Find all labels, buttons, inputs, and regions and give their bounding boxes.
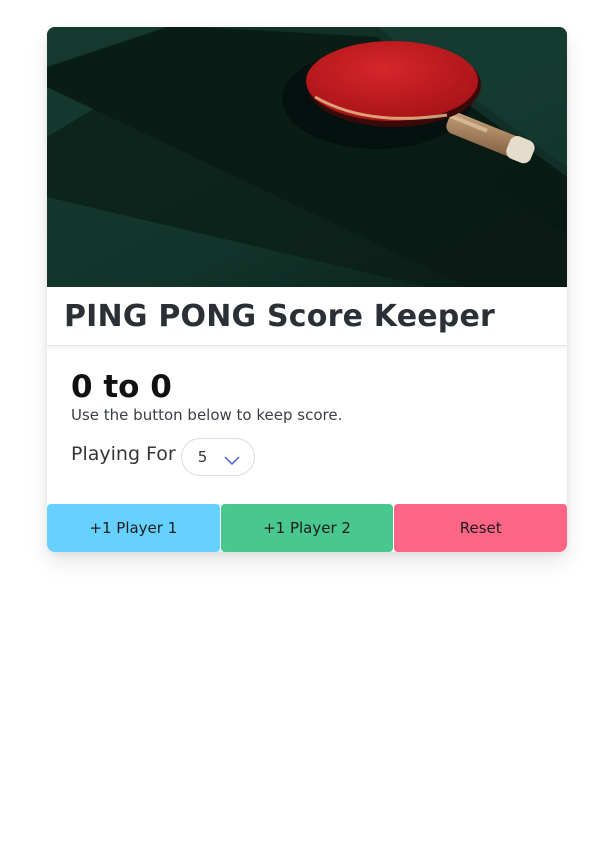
hero-image: [47, 27, 567, 287]
playing-for-select[interactable]: 5: [180, 438, 255, 476]
instructions-text: Use the button below to keep score.: [71, 406, 343, 424]
chevron-down-icon: [224, 451, 240, 470]
score-display: 0 to 0: [71, 369, 172, 405]
reset-button[interactable]: Reset: [394, 504, 567, 552]
page-title: PING PONG Score Keeper: [64, 298, 496, 334]
playing-for-label: Playing For: [71, 443, 176, 465]
player2-add-point-button[interactable]: +1 Player 2: [220, 504, 394, 552]
playing-for-selected-value: 5: [197, 448, 208, 466]
card-content: 0 to 0 Use the button below to keep scor…: [47, 346, 567, 504]
card-footer: +1 Player 1 +1 Player 2 Reset: [47, 504, 567, 552]
card-header: PING PONG Score Keeper: [47, 287, 567, 346]
playing-for-row: Playing For 5: [71, 438, 543, 476]
player1-add-point-button[interactable]: +1 Player 1: [47, 504, 220, 552]
score-keeper-card: PING PONG Score Keeper 0 to 0 Use the bu…: [47, 27, 567, 552]
